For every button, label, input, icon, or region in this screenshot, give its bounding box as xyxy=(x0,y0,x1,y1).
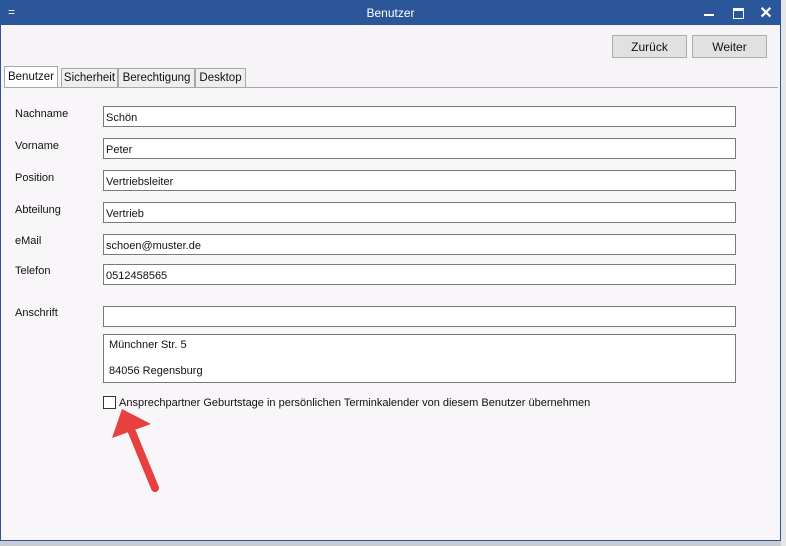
abteilung-field[interactable] xyxy=(103,202,736,223)
position-field[interactable] xyxy=(103,170,736,191)
nachname-label: Nachname xyxy=(15,108,69,120)
benutzer-dialog: = Benutzer ✕ Zurück Weiter Benutzer Sich… xyxy=(0,0,781,541)
address-line-street: Münchner Str. 5 xyxy=(109,339,187,351)
vorname-field[interactable] xyxy=(103,138,736,159)
position-label: Position xyxy=(15,172,55,184)
email-field[interactable] xyxy=(103,234,736,255)
address-line-city: 84056 Regensburg xyxy=(109,365,203,377)
tab-desktop[interactable]: Desktop xyxy=(195,68,246,87)
anschrift-label: Anschrift xyxy=(15,307,58,319)
vorname-label: Vorname xyxy=(15,140,60,152)
minimize-icon[interactable] xyxy=(694,1,724,25)
email-label: eMail xyxy=(15,235,42,247)
next-button[interactable]: Weiter xyxy=(692,35,767,58)
background-window-edge xyxy=(781,0,786,546)
title-bar[interactable]: = Benutzer ✕ xyxy=(1,1,780,25)
telefon-field[interactable] xyxy=(103,264,736,285)
window-title: Benutzer xyxy=(366,6,415,20)
tab-benutzer[interactable]: Benutzer xyxy=(4,66,58,87)
anschrift-field[interactable] xyxy=(103,306,736,327)
maximize-icon[interactable] xyxy=(723,1,753,25)
tab-berechtigung[interactable]: Berechtigung xyxy=(118,68,195,87)
nachname-field[interactable] xyxy=(103,106,736,127)
arrow-shaft xyxy=(128,428,159,492)
back-button[interactable]: Zurück xyxy=(612,35,687,58)
close-icon[interactable]: ✕ xyxy=(751,1,781,25)
telefon-label: Telefon xyxy=(15,265,51,277)
address-textarea[interactable]: Münchner Str. 5 84056 Regensburg xyxy=(103,334,736,383)
abteilung-label: Abteilung xyxy=(15,204,61,216)
tab-sicherheit[interactable]: Sicherheit xyxy=(61,68,118,87)
red-arrow-annotation xyxy=(112,409,159,492)
birthday-checkbox-label[interactable]: Ansprechpartner Geburtstage in persönlic… xyxy=(119,397,590,409)
